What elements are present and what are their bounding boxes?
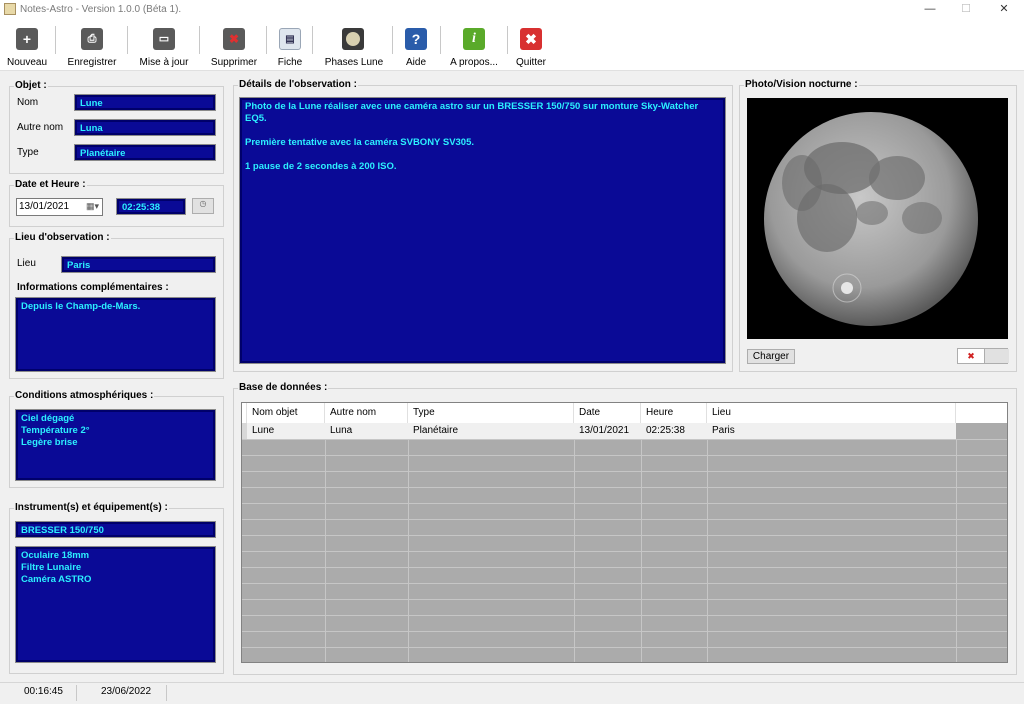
status-time: 00:16:45 [24, 686, 63, 697]
grid-row-line [242, 615, 1007, 616]
date-heure-title: Date et Heure : [14, 179, 87, 190]
column-header-heure[interactable]: Heure [641, 403, 707, 423]
date-picker[interactable]: 13/01/2021 ▦▾ [16, 198, 103, 216]
conditions-field[interactable]: Ciel dégagé Température 2° Legère brise [15, 409, 216, 481]
autre-nom-field[interactable]: Luna [74, 119, 216, 136]
infos-title: Informations complémentaires : [16, 282, 170, 293]
database-title: Base de données : [238, 382, 329, 393]
date-value: 13/01/2021 [19, 201, 70, 212]
grid-row-line [242, 439, 1007, 440]
grid-row-line [242, 455, 1007, 456]
conditions-title: Conditions atmosphériques : [14, 390, 155, 401]
table-cell[interactable]: 02:25:38 [641, 423, 707, 439]
charger-button[interactable]: Charger [747, 349, 795, 364]
details-title: Détails de l'observation : [238, 79, 358, 90]
grid-row-line [242, 535, 1007, 536]
table-cell[interactable]: Paris [707, 423, 956, 439]
delete-photo-toggle[interactable] [984, 349, 1009, 363]
heure-field[interactable]: 02:25:38 [116, 198, 186, 215]
column-header-autre-nom[interactable]: Autre nom [325, 403, 408, 423]
table-cell[interactable]: Luna [325, 423, 408, 439]
details-field[interactable]: Photo de la Lune réaliser avec une camér… [239, 97, 726, 364]
grid-row-line [242, 631, 1007, 632]
calendar-dropdown-icon[interactable]: ▦▾ [86, 201, 99, 212]
status-date: 23/06/2022 [101, 686, 152, 697]
apropos-button[interactable]: i A propos... [444, 21, 504, 69]
enregistrer-button[interactable]: ⎙ Enregistrer [60, 21, 124, 69]
table-cell[interactable]: Planétaire [408, 423, 574, 439]
quit-icon: ✖ [520, 28, 542, 50]
grid-row-line [242, 583, 1007, 584]
quitter-button[interactable]: ✖ Quitter [511, 21, 551, 69]
mise-a-jour-button[interactable]: ▭ Mise à jour [132, 21, 196, 69]
column-header-type[interactable]: Type [408, 403, 574, 423]
grid-row-line [242, 567, 1007, 568]
delete-photo-control[interactable]: ✖ [957, 348, 1009, 364]
autre-nom-label: Autre nom [17, 122, 64, 133]
fiche-button[interactable]: ▤ Fiche [270, 21, 310, 69]
grid-row-line [242, 647, 1007, 648]
status-bar: 00:16:45 23/06/2022 [0, 682, 1024, 704]
instruments-title: Instrument(s) et équipement(s) : [14, 502, 169, 513]
maximize-button[interactable]: ☐ [948, 0, 984, 19]
app-icon [4, 3, 16, 15]
update-icon: ▭ [153, 28, 175, 50]
nom-label: Nom [17, 97, 39, 108]
table-cell[interactable]: Lune [247, 423, 325, 439]
moon-photo [747, 98, 1008, 339]
aide-button[interactable]: ? Aide [396, 21, 436, 69]
lieu-field[interactable]: Paris [61, 256, 216, 273]
close-window-button[interactable]: ✕ [986, 0, 1022, 19]
grid-row-line [242, 551, 1007, 552]
database-grid[interactable]: Nom objet Autre nom Type Date Heure Lieu… [241, 402, 1008, 663]
nom-field[interactable]: Lune [74, 94, 216, 111]
info-icon: i [463, 28, 485, 50]
delete-photo-icon[interactable]: ✖ [958, 349, 984, 363]
plus-icon: + [16, 28, 38, 50]
minimize-button[interactable]: — [912, 0, 948, 19]
instrument-field[interactable]: BRESSER 150/750 [15, 521, 216, 538]
supprimer-button[interactable]: ✖ Supprimer [204, 21, 264, 69]
equipement-field[interactable]: Oculaire 18mm Filtre Lunaire Caméra ASTR… [15, 546, 216, 663]
grid-row-line [242, 519, 1007, 520]
grid-row-line [242, 503, 1007, 504]
grid-row-line [242, 599, 1007, 600]
delete-icon: ✖ [223, 28, 245, 50]
column-header-lieu[interactable]: Lieu [707, 403, 956, 423]
moon-image [764, 112, 978, 326]
clock-button[interactable]: ◷ [192, 198, 214, 214]
nouveau-button[interactable]: + Nouveau [0, 21, 54, 69]
type-label: Type [17, 147, 39, 158]
clock-icon: ◷ [199, 199, 207, 208]
photo-title: Photo/Vision nocturne : [744, 79, 859, 90]
card-icon: ▤ [279, 28, 301, 50]
grid-row-line [242, 471, 1007, 472]
objet-title: Objet : [14, 80, 48, 91]
lieu-title: Lieu d'observation : [14, 232, 111, 243]
phases-lune-button[interactable]: Phases Lune [320, 21, 388, 69]
column-header-nom-objet[interactable]: Nom objet [247, 403, 325, 423]
table-cell[interactable]: 13/01/2021 [574, 423, 641, 439]
column-header-date[interactable]: Date [574, 403, 641, 423]
window-title: Notes-Astro - Version 1.0.0 (Béta 1). [20, 4, 182, 15]
help-icon: ? [405, 28, 427, 50]
title-bar: Notes-Astro - Version 1.0.0 (Béta 1). — … [0, 0, 1024, 19]
infos-field[interactable]: Depuis le Champ-de-Mars. [15, 297, 216, 372]
moon-icon [342, 28, 364, 50]
type-field[interactable]: Planétaire [74, 144, 216, 161]
save-icon: ⎙ [81, 28, 103, 50]
toolbar: + Nouveau ⎙ Enregistrer ▭ Mise à jour ✖ … [0, 19, 1024, 71]
lieu-label: Lieu [17, 258, 36, 269]
grid-row-line [242, 487, 1007, 488]
